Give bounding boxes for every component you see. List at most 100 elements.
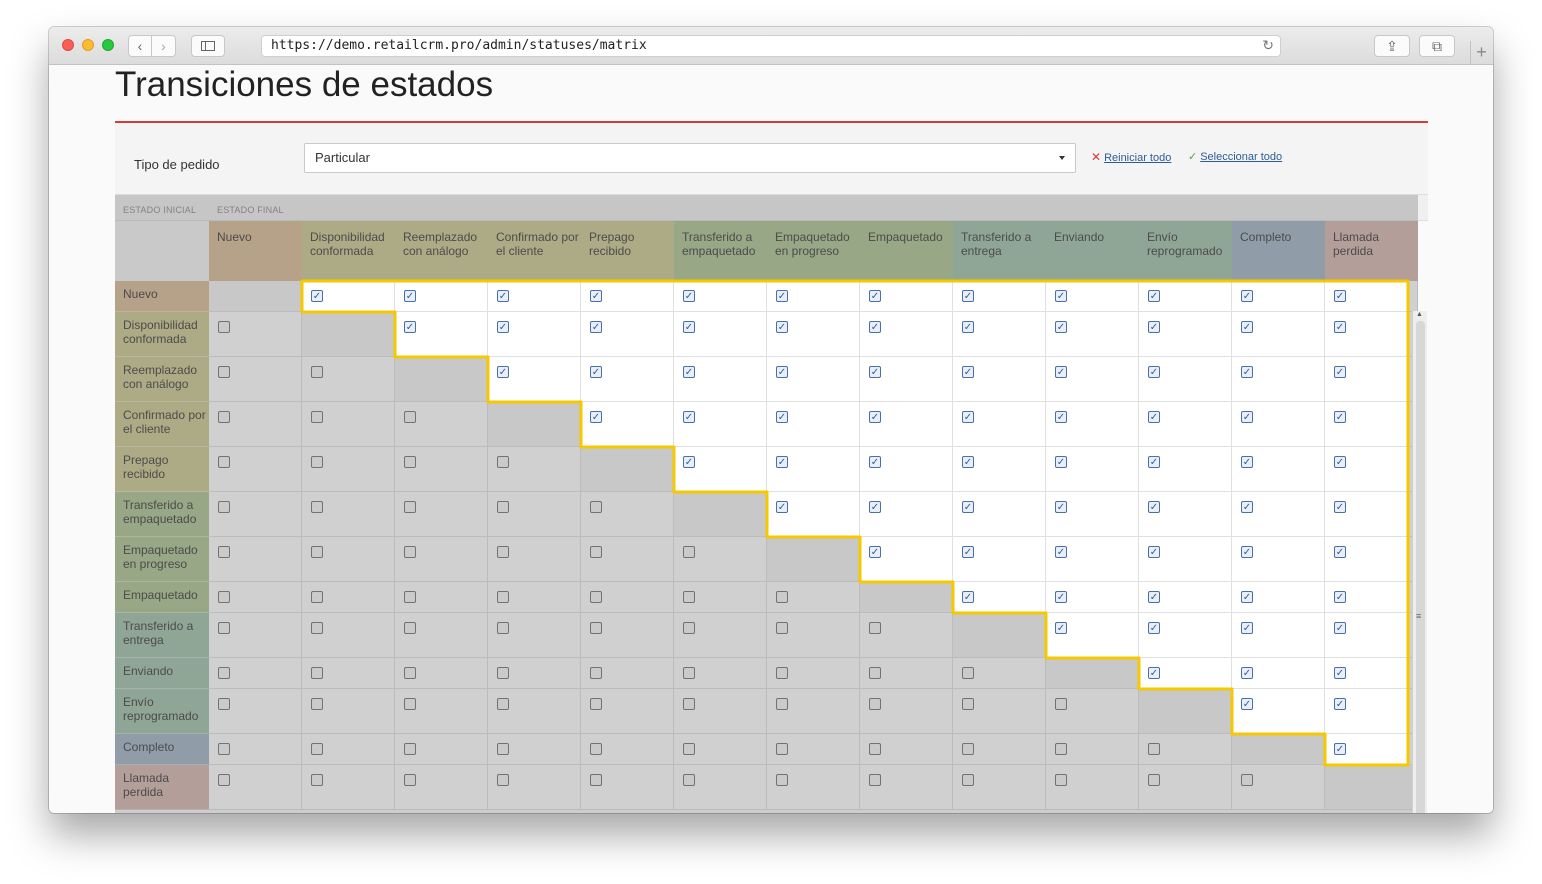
- transition-checkbox[interactable]: [218, 321, 230, 333]
- transition-checkbox[interactable]: ✓: [1148, 591, 1160, 603]
- close-window-icon[interactable]: [62, 39, 74, 51]
- transition-checkbox[interactable]: ✓: [1334, 411, 1346, 423]
- transition-checkbox[interactable]: ✓: [962, 321, 974, 333]
- transition-checkbox[interactable]: ✓: [404, 290, 416, 302]
- transition-checkbox[interactable]: [1055, 743, 1067, 755]
- transition-checkbox[interactable]: ✓: [776, 501, 788, 513]
- transition-checkbox[interactable]: [869, 698, 881, 710]
- scroll-thumb[interactable]: [1416, 321, 1425, 813]
- transition-checkbox[interactable]: ✓: [869, 546, 881, 558]
- transition-checkbox[interactable]: ✓: [776, 456, 788, 468]
- transition-checkbox[interactable]: [218, 456, 230, 468]
- transition-checkbox[interactable]: ✓: [497, 321, 509, 333]
- transition-checkbox[interactable]: [776, 591, 788, 603]
- share-button[interactable]: ⇪: [1374, 35, 1410, 57]
- transition-checkbox[interactable]: [590, 698, 602, 710]
- transition-checkbox[interactable]: [311, 546, 323, 558]
- transition-checkbox[interactable]: [404, 698, 416, 710]
- transition-checkbox[interactable]: ✓: [683, 411, 695, 423]
- transition-checkbox[interactable]: ✓: [1334, 366, 1346, 378]
- transition-checkbox[interactable]: ✓: [1055, 622, 1067, 634]
- transition-checkbox[interactable]: ✓: [1334, 290, 1346, 302]
- transition-checkbox[interactable]: [683, 774, 695, 786]
- address-bar[interactable]: https://demo.retailcrm.pro/admin/statuse…: [261, 35, 1281, 57]
- transition-checkbox[interactable]: ✓: [683, 366, 695, 378]
- transition-checkbox[interactable]: ✓: [1334, 698, 1346, 710]
- transition-checkbox[interactable]: ✓: [776, 366, 788, 378]
- transition-checkbox[interactable]: [497, 501, 509, 513]
- new-tab-button[interactable]: +: [1470, 41, 1492, 65]
- transition-checkbox[interactable]: [404, 622, 416, 634]
- transition-checkbox[interactable]: [404, 774, 416, 786]
- reload-icon[interactable]: ↻: [1262, 36, 1274, 56]
- transition-checkbox[interactable]: [404, 667, 416, 679]
- transition-checkbox[interactable]: [869, 743, 881, 755]
- transition-checkbox[interactable]: [497, 456, 509, 468]
- transition-checkbox[interactable]: ✓: [590, 321, 602, 333]
- transition-checkbox[interactable]: ✓: [1334, 667, 1346, 679]
- transition-checkbox[interactable]: [590, 667, 602, 679]
- transition-checkbox[interactable]: [497, 546, 509, 558]
- transition-checkbox[interactable]: [1148, 743, 1160, 755]
- transition-checkbox[interactable]: ✓: [590, 366, 602, 378]
- transition-checkbox[interactable]: [869, 667, 881, 679]
- transition-checkbox[interactable]: ✓: [962, 546, 974, 558]
- transition-checkbox[interactable]: ✓: [1055, 591, 1067, 603]
- transition-checkbox[interactable]: [1055, 698, 1067, 710]
- transition-checkbox[interactable]: [218, 366, 230, 378]
- transition-checkbox[interactable]: ✓: [1241, 411, 1253, 423]
- transition-checkbox[interactable]: [311, 774, 323, 786]
- transition-checkbox[interactable]: ✓: [1055, 290, 1067, 302]
- transition-checkbox[interactable]: [311, 591, 323, 603]
- transition-checkbox[interactable]: [962, 774, 974, 786]
- transition-checkbox[interactable]: ✓: [1241, 698, 1253, 710]
- transition-checkbox[interactable]: [683, 546, 695, 558]
- transition-checkbox[interactable]: ✓: [1241, 321, 1253, 333]
- transition-checkbox[interactable]: ✓: [1334, 591, 1346, 603]
- transition-checkbox[interactable]: ✓: [1334, 743, 1346, 755]
- scroll-up-icon[interactable]: ▲: [1416, 311, 1423, 318]
- transition-checkbox[interactable]: [1055, 774, 1067, 786]
- transition-checkbox[interactable]: ✓: [1055, 411, 1067, 423]
- transition-checkbox[interactable]: [497, 743, 509, 755]
- forward-button[interactable]: ›: [152, 35, 176, 57]
- transition-checkbox[interactable]: [590, 774, 602, 786]
- transition-checkbox[interactable]: [404, 411, 416, 423]
- transition-checkbox[interactable]: ✓: [1334, 321, 1346, 333]
- transition-checkbox[interactable]: [497, 774, 509, 786]
- transition-checkbox[interactable]: [311, 743, 323, 755]
- transition-checkbox[interactable]: ✓: [590, 290, 602, 302]
- transition-checkbox[interactable]: ✓: [869, 290, 881, 302]
- transition-checkbox[interactable]: ✓: [683, 321, 695, 333]
- transition-checkbox[interactable]: [683, 667, 695, 679]
- transition-checkbox[interactable]: [590, 591, 602, 603]
- order-type-select[interactable]: Particular: [304, 143, 1076, 173]
- transition-checkbox[interactable]: ✓: [404, 321, 416, 333]
- transition-checkbox[interactable]: ✓: [1241, 290, 1253, 302]
- transition-checkbox[interactable]: [590, 546, 602, 558]
- transition-checkbox[interactable]: ✓: [869, 321, 881, 333]
- transition-checkbox[interactable]: ✓: [1148, 501, 1160, 513]
- transition-checkbox[interactable]: ✓: [869, 456, 881, 468]
- transition-checkbox[interactable]: [311, 622, 323, 634]
- back-button[interactable]: ‹: [128, 35, 152, 57]
- matrix-scrollbar[interactable]: ▲ ≡: [1412, 311, 1427, 813]
- transition-checkbox[interactable]: ✓: [869, 501, 881, 513]
- transition-checkbox[interactable]: ✓: [497, 290, 509, 302]
- transition-checkbox[interactable]: [776, 622, 788, 634]
- transition-checkbox[interactable]: [590, 743, 602, 755]
- transition-checkbox[interactable]: ✓: [1334, 546, 1346, 558]
- transition-checkbox[interactable]: ✓: [776, 290, 788, 302]
- transition-checkbox[interactable]: ✓: [1241, 456, 1253, 468]
- transition-checkbox[interactable]: ✓: [1334, 622, 1346, 634]
- minimize-window-icon[interactable]: [82, 39, 94, 51]
- transition-checkbox[interactable]: ✓: [1055, 456, 1067, 468]
- transition-checkbox[interactable]: [404, 456, 416, 468]
- transition-checkbox[interactable]: [590, 622, 602, 634]
- transition-checkbox[interactable]: [497, 667, 509, 679]
- show-tabs-button[interactable]: ⧉: [1419, 35, 1455, 57]
- transition-checkbox[interactable]: [962, 743, 974, 755]
- transition-checkbox[interactable]: ✓: [1055, 501, 1067, 513]
- transition-checkbox[interactable]: [404, 591, 416, 603]
- transition-checkbox[interactable]: [776, 774, 788, 786]
